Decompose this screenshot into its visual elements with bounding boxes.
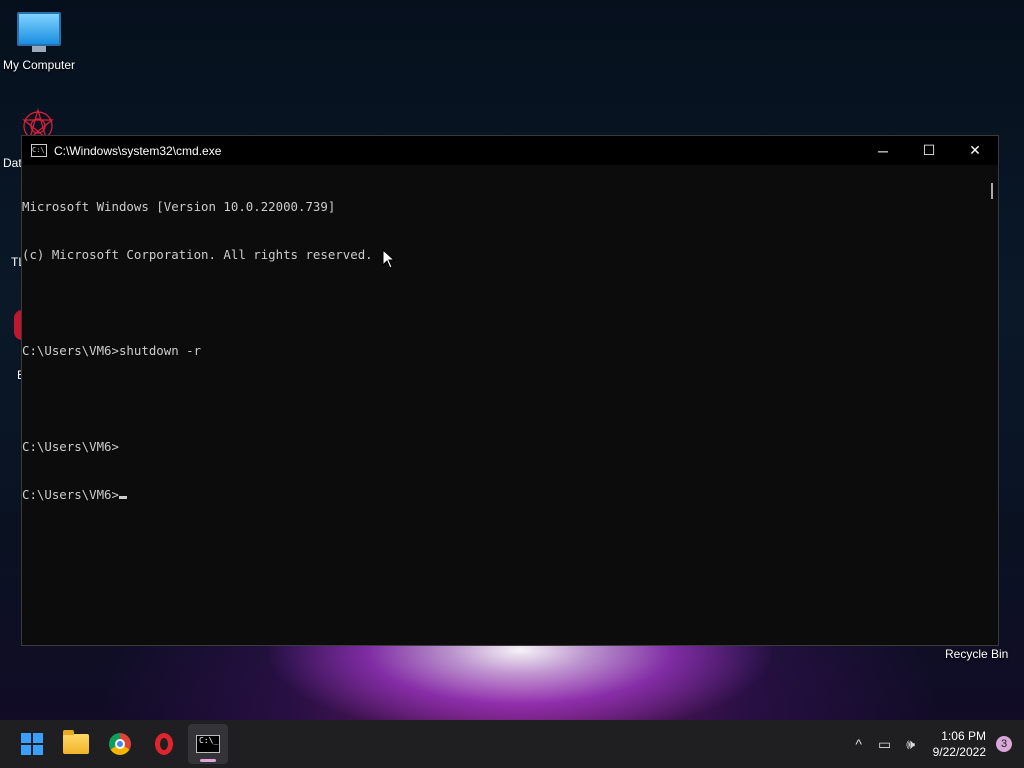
cmd-window[interactable]: C:\ C:\Windows\system32\cmd.exe ─ ☐ ✕ Mi… [21, 135, 999, 646]
console-prompt-line[interactable]: C:\Users\VM6> [22, 487, 984, 503]
scrollbar[interactable] [984, 165, 998, 645]
minimize-button[interactable]: ─ [860, 136, 906, 165]
clock[interactable]: 1:06 PM 9/22/2022 [933, 728, 986, 760]
console-output[interactable]: Microsoft Windows [Version 10.0.22000.73… [22, 165, 984, 645]
console-line: C:\Users\VM6> [22, 439, 119, 454]
desktop-icon-my-computer[interactable]: My Computer [0, 12, 78, 72]
clock-date: 9/22/2022 [932, 745, 986, 759]
window-title: C:\Windows\system32\cmd.exe [54, 143, 222, 158]
system-tray: ^ ▭ 🕪 1:06 PM 9/22/2022 3 [847, 720, 1024, 768]
opera-icon [155, 733, 173, 755]
star-logo-icon [22, 107, 54, 141]
close-button[interactable]: ✕ [952, 136, 998, 165]
computer-icon [17, 12, 61, 52]
network-icon[interactable]: ▭ [873, 736, 897, 753]
volume-icon[interactable]: 🕪 [899, 736, 923, 753]
cmd-button[interactable]: C:\_ [188, 724, 228, 764]
desktop-icon-app[interactable] [16, 106, 60, 141]
chrome-button[interactable] [100, 724, 140, 764]
maximize-button[interactable]: ☐ [906, 136, 952, 165]
console-line: (c) Microsoft Corporation. All rights re… [22, 247, 373, 262]
cmd-icon: C:\ [31, 144, 47, 157]
desktop-icon-label: My Computer [2, 58, 76, 72]
windows-logo-icon [21, 733, 43, 755]
cmd-icon: C:\_ [196, 735, 220, 753]
desktop-icon-recycle-bin[interactable]: Recycle Bin [945, 647, 1008, 661]
chevron-up-icon[interactable]: ^ [847, 736, 871, 752]
console-prompt: C:\Users\VM6> [22, 487, 119, 502]
text-cursor [118, 496, 127, 499]
start-button[interactable] [12, 724, 52, 764]
folder-icon [63, 730, 89, 754]
file-explorer-button[interactable] [56, 724, 96, 764]
desktop-icon-label-partial: Dat [3, 156, 22, 170]
chrome-icon [109, 733, 131, 755]
window-titlebar[interactable]: C:\ C:\Windows\system32\cmd.exe ─ ☐ ✕ [22, 136, 998, 165]
console-line: Microsoft Windows [Version 10.0.22000.73… [22, 199, 336, 214]
taskbar: C:\_ ^ ▭ 🕪 1:06 PM 9/22/2022 3 [0, 720, 1024, 768]
scrollbar-thumb[interactable] [991, 183, 993, 199]
opera-button[interactable] [144, 724, 184, 764]
clock-time: 1:06 PM [941, 729, 986, 743]
notification-badge[interactable]: 3 [996, 736, 1012, 752]
mouse-cursor-icon [382, 249, 396, 269]
console-line: C:\Users\VM6>shutdown -r [22, 343, 202, 358]
